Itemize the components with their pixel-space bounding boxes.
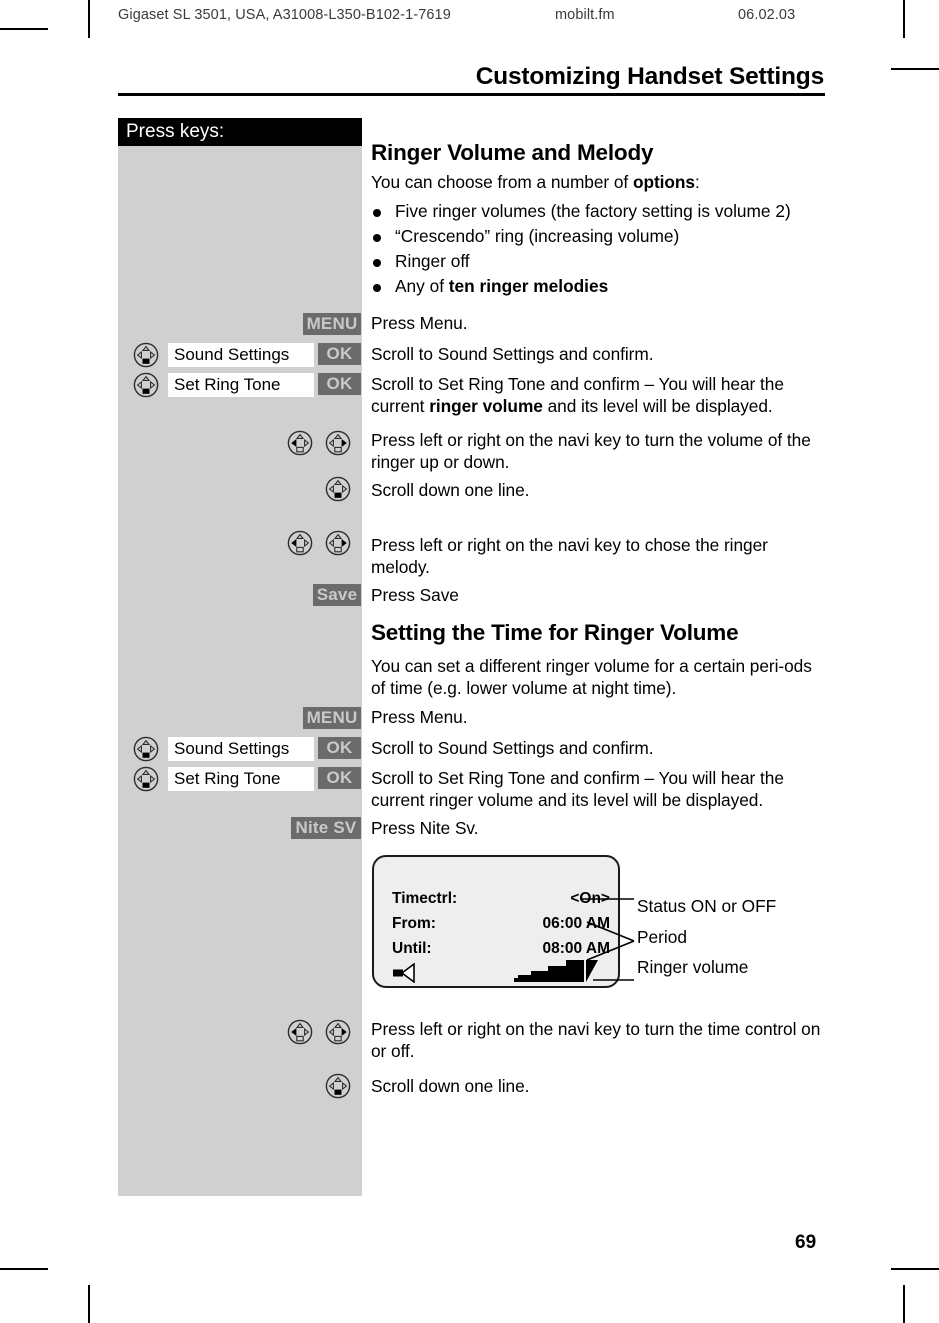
crop-mark-bottom-left-horizontal [0, 1268, 48, 1270]
menu-field-sound-settings-2[interactable]: Sound Settings [168, 737, 314, 761]
display-label-until: Until: [392, 940, 432, 957]
annotation-period: Period [637, 927, 687, 947]
crop-mark-top-left-horizontal [0, 28, 48, 30]
step-text-c: and its level will be displayed. [542, 395, 773, 416]
crop-mark-bottom-right-horizontal [891, 1268, 939, 1270]
page-number: 69 [795, 1232, 817, 1253]
softkey-ok-1[interactable]: OK [318, 343, 361, 365]
display-label-from: From: [392, 915, 436, 932]
softkey-menu-1[interactable]: MENU [303, 313, 361, 335]
step-scroll-set-ring-tone-1: Scroll to Set Ring Tone and confirm – Yo… [371, 374, 827, 417]
press-keys-header: Press keys: [118, 118, 362, 146]
softkey-save[interactable]: Save [313, 584, 361, 606]
step-time-control-on-off: Press left or right on the navi key to t… [371, 1019, 821, 1061]
running-head-filename: mobilt.fm [555, 7, 615, 23]
section-heading-ringer-volume-melody: Ringer Volume and Melody [371, 140, 654, 165]
running-head: Gigaset SL 3501, USA, A31008-L350-B102-1… [118, 7, 829, 29]
step-scroll-set-ring-tone-2: Scroll to Set Ring Tone and confirm – Yo… [371, 768, 784, 810]
page-title: Customizing Handset Settings [475, 63, 825, 90]
crop-mark-top-right-horizontal [891, 68, 939, 70]
step-volume-up-down: Press left or right on the navi key to t… [371, 430, 811, 472]
bullet-last-prefix: Any of [395, 276, 449, 297]
navi-key-right-icon-1[interactable] [325, 430, 351, 456]
navi-key-right-icon-2[interactable] [325, 530, 351, 556]
intro-paragraph-2: You can set a different ringer volume fo… [371, 656, 812, 698]
list-item: “Crescendo” ring (increasing volume) [371, 224, 826, 249]
step-press-menu-2: Press Menu. [371, 707, 468, 727]
navi-key-down-icon-3[interactable] [325, 476, 351, 502]
intro-paragraph-1: You can choose from a number of options: [371, 172, 826, 194]
navi-key-down-icon-6[interactable] [325, 1073, 351, 1099]
navi-key-down-icon-1[interactable] [133, 342, 159, 368]
main-content: Ringer Volume and Melody You can choose … [371, 140, 826, 304]
running-head-document-id: Gigaset SL 3501, USA, A31008-L350-B102-1… [118, 7, 451, 23]
chapter-title-rule [118, 93, 825, 96]
intro-prefix: You can choose from a number of [371, 172, 633, 192]
navi-key-left-icon-1[interactable] [287, 430, 313, 456]
step-press-menu-1: Press Menu. [371, 313, 468, 333]
display-label-timectrl: Timectrl: [392, 890, 458, 907]
step-scroll-sound-settings-2: Scroll to Sound Settings and confirm. [371, 738, 654, 758]
step-text-bold: ringer volume [429, 395, 543, 416]
annotation-ringer-volume: Ringer volume [637, 957, 749, 977]
navi-key-right-icon-3[interactable] [325, 1019, 351, 1045]
crop-mark-bottom-left-vertical [88, 1285, 90, 1323]
crop-mark-top-left-vertical [88, 0, 90, 38]
bullet-last-bold: ten ringer melodies [448, 276, 609, 297]
softkey-ok-3[interactable]: OK [318, 737, 361, 759]
annotation-status: Status ON or OFF [637, 896, 777, 916]
menu-field-sound-settings-1[interactable]: Sound Settings [168, 343, 314, 367]
crop-mark-bottom-right-vertical [903, 1285, 905, 1323]
step-press-nite-sv: Press Nite Sv. [371, 818, 479, 838]
step-choose-melody: Press left or right on the navi key to c… [371, 535, 768, 577]
navi-key-left-icon-2[interactable] [287, 530, 313, 556]
menu-field-set-ring-tone-1[interactable]: Set Ring Tone [168, 373, 314, 397]
navi-key-down-icon-5[interactable] [133, 766, 159, 792]
list-item: Five ringer volumes (the factory setting… [371, 199, 826, 224]
step-scroll-sound-settings-1: Scroll to Sound Settings and confirm. [371, 344, 654, 364]
softkey-ok-4[interactable]: OK [318, 767, 361, 789]
navi-key-down-icon-2[interactable] [133, 372, 159, 398]
list-item: Ringer off [371, 249, 826, 274]
navi-key-down-icon-4[interactable] [133, 736, 159, 762]
list-item: Any of ten ringer melodies [371, 274, 826, 299]
step-scroll-down-1: Scroll down one line. [371, 480, 530, 500]
step-press-save: Press Save [371, 585, 459, 605]
options-bullet-list: Five ringer volumes (the factory setting… [371, 199, 826, 300]
navi-key-left-icon-3[interactable] [287, 1019, 313, 1045]
crop-mark-top-right-vertical [903, 0, 905, 38]
softkey-nite-sv[interactable]: Nite SV [291, 817, 361, 839]
intro-bold: options [632, 172, 695, 192]
softkey-ok-2[interactable]: OK [318, 373, 361, 395]
running-head-date: 06.02.03 [738, 7, 796, 23]
section-heading-setting-time: Setting the Time for Ringer Volume [371, 620, 739, 645]
softkey-menu-2[interactable]: MENU [303, 707, 361, 729]
menu-field-set-ring-tone-2[interactable]: Set Ring Tone [168, 767, 314, 791]
intro-suffix: : [695, 172, 700, 192]
step-scroll-down-2: Scroll down one line. [371, 1076, 530, 1096]
speaker-icon [392, 962, 428, 984]
